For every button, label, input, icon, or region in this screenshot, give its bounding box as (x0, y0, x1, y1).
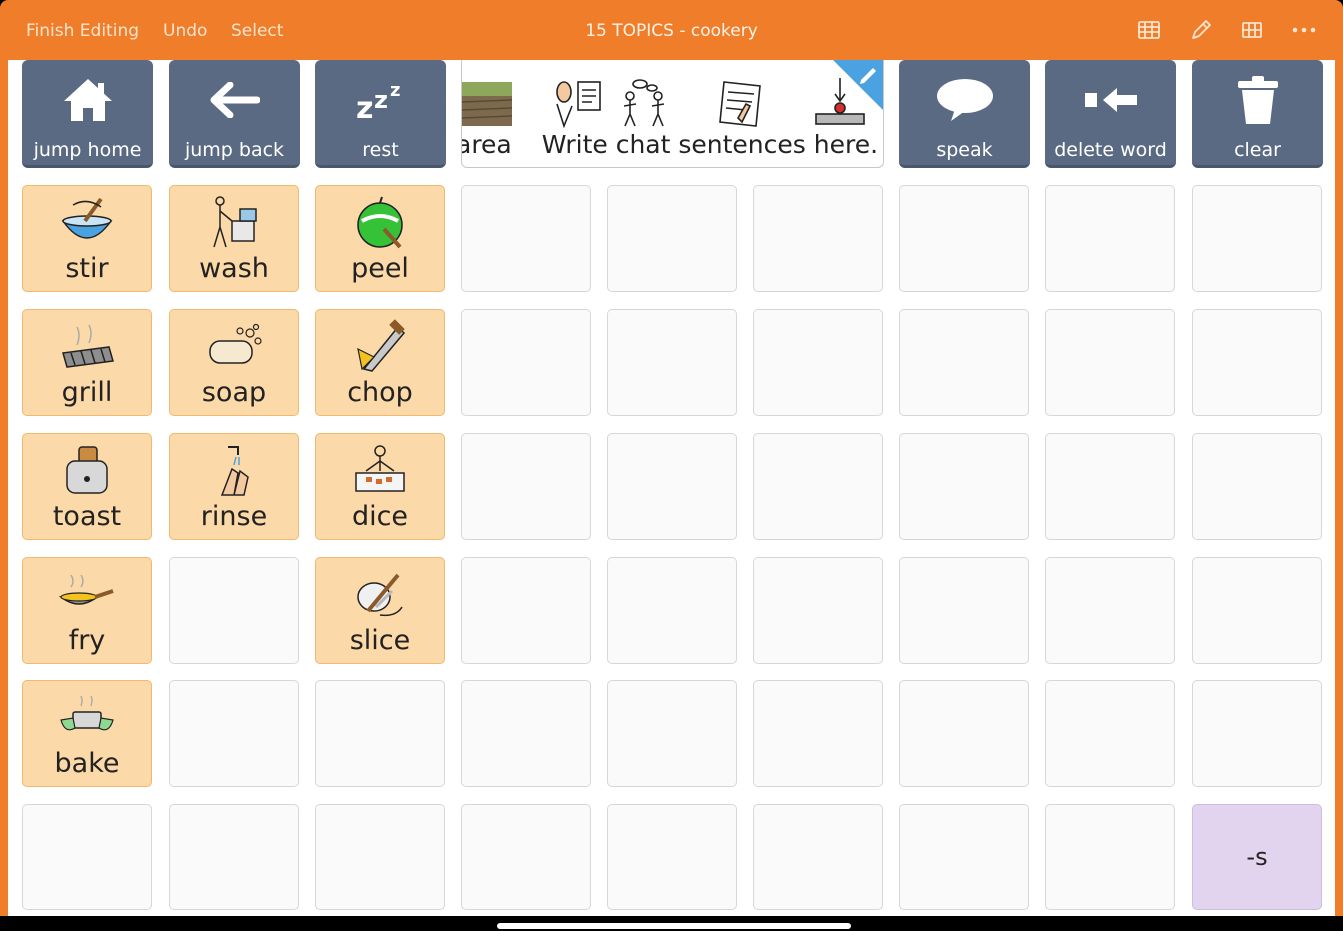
word-cell-soap[interactable]: soap (169, 309, 299, 416)
empty-cell[interactable] (607, 680, 737, 787)
empty-cell[interactable] (169, 557, 299, 664)
empty-cell[interactable] (461, 433, 591, 540)
empty-cell[interactable] (753, 680, 883, 787)
empty-cell[interactable] (753, 557, 883, 664)
top-toolbar: Finish Editing Undo Select 15 TOPICS - c… (0, 0, 1343, 60)
wash-person-icon (199, 192, 269, 254)
chop-knife-icon (345, 316, 415, 378)
arrow-left-icon (205, 70, 265, 130)
sentences-paper-icon (719, 81, 761, 127)
jump-home-button[interactable]: jump home (22, 60, 153, 168)
more-icon[interactable] (1290, 16, 1320, 46)
stir-bowl-icon (52, 192, 122, 254)
app-window: Finish Editing Undo Select 15 TOPICS - c… (0, 0, 1343, 916)
empty-cell[interactable] (1045, 680, 1175, 787)
grid-icon[interactable] (1238, 16, 1268, 46)
empty-cell[interactable] (607, 309, 737, 416)
empty-cell[interactable] (315, 680, 445, 787)
word-cell-grill[interactable]: grill (22, 309, 152, 416)
svg-text:z: z (374, 86, 388, 114)
empty-cell[interactable] (899, 804, 1029, 910)
delete-arrow-icon (1081, 70, 1141, 130)
rinse-hands-icon (199, 440, 269, 502)
rest-button[interactable]: zzz rest (315, 60, 446, 168)
slice-knife-icon (345, 564, 415, 626)
chat-sentence-text: Write chat sentences here. (541, 130, 879, 159)
empty-cell[interactable] (607, 185, 737, 292)
word-cell-bake[interactable]: bake (22, 680, 152, 787)
empty-cell[interactable] (753, 185, 883, 292)
empty-cell[interactable] (899, 557, 1029, 664)
trash-icon (1228, 70, 1288, 130)
empty-cell[interactable] (607, 804, 737, 910)
jump-back-button[interactable]: jump back (169, 60, 300, 168)
empty-cell[interactable] (607, 557, 737, 664)
empty-cell[interactable] (1045, 804, 1175, 910)
toaster-icon (52, 440, 122, 502)
empty-cell[interactable] (1045, 557, 1175, 664)
peel-apple-icon (345, 192, 415, 254)
word-cell-stir[interactable]: stir (22, 185, 152, 292)
frying-pan-icon (52, 564, 122, 626)
empty-cell[interactable] (1192, 680, 1322, 787)
grill-icon (52, 316, 122, 378)
dice-board-icon (345, 440, 415, 502)
clear-button[interactable]: clear (1192, 60, 1323, 168)
word-cell-fry[interactable]: fry (22, 557, 152, 664)
write-person-icon (556, 81, 601, 128)
empty-cell[interactable] (315, 804, 445, 910)
chat-people-icon (623, 79, 665, 127)
empty-cell[interactable] (1045, 433, 1175, 540)
word-cell-wash[interactable]: wash (169, 185, 299, 292)
empty-cell[interactable] (461, 185, 591, 292)
empty-cell[interactable] (607, 433, 737, 540)
word-cell-peel[interactable]: peel (315, 185, 445, 292)
svg-text:z: z (390, 80, 400, 101)
suffix-s-button[interactable]: -s (1192, 804, 1322, 910)
empty-cell[interactable] (1192, 557, 1322, 664)
sleep-zzz-icon: zzz (351, 70, 411, 130)
word-cell-toast[interactable]: toast (22, 433, 152, 540)
pencil-icon[interactable] (1187, 16, 1217, 46)
chat-partial-word: area (461, 130, 512, 159)
speak-button[interactable]: speak (899, 60, 1030, 168)
chat-sentence-bar[interactable]: area Write chat sentences here. (461, 60, 884, 168)
empty-cell[interactable] (1192, 309, 1322, 416)
empty-cell[interactable] (753, 309, 883, 416)
word-cell-chop[interactable]: chop (315, 309, 445, 416)
svg-text:z: z (356, 91, 373, 122)
home-icon (58, 70, 118, 130)
field-area-icon (462, 82, 512, 126)
grid-table-icon[interactable] (1135, 16, 1165, 46)
word-cell-slice[interactable]: slice (315, 557, 445, 664)
soap-icon (199, 316, 269, 378)
speech-bubble-icon (935, 70, 995, 130)
empty-cell[interactable] (899, 433, 1029, 540)
empty-cell[interactable] (169, 680, 299, 787)
delete-word-button[interactable]: delete word (1045, 60, 1176, 168)
empty-cell[interactable] (899, 185, 1029, 292)
empty-cell[interactable] (753, 804, 883, 910)
symbol-grid: jump home jump back zzz rest area Write … (8, 60, 1335, 916)
edit-corner-icon[interactable] (833, 60, 883, 110)
empty-cell[interactable] (1045, 185, 1175, 292)
empty-cell[interactable] (461, 557, 591, 664)
word-cell-rinse[interactable]: rinse (169, 433, 299, 540)
home-indicator[interactable] (497, 923, 851, 929)
empty-cell[interactable] (899, 309, 1029, 416)
word-cell-dice[interactable]: dice (315, 433, 445, 540)
empty-cell[interactable] (461, 680, 591, 787)
empty-cell[interactable] (1045, 309, 1175, 416)
empty-cell[interactable] (461, 804, 591, 910)
bake-oven-gloves-icon (52, 687, 122, 749)
empty-cell[interactable] (461, 309, 591, 416)
empty-cell[interactable] (1192, 185, 1322, 292)
empty-cell[interactable] (753, 433, 883, 540)
empty-cell[interactable] (1192, 433, 1322, 540)
empty-cell[interactable] (899, 680, 1029, 787)
empty-cell[interactable] (169, 804, 299, 910)
empty-cell[interactable] (22, 804, 152, 910)
